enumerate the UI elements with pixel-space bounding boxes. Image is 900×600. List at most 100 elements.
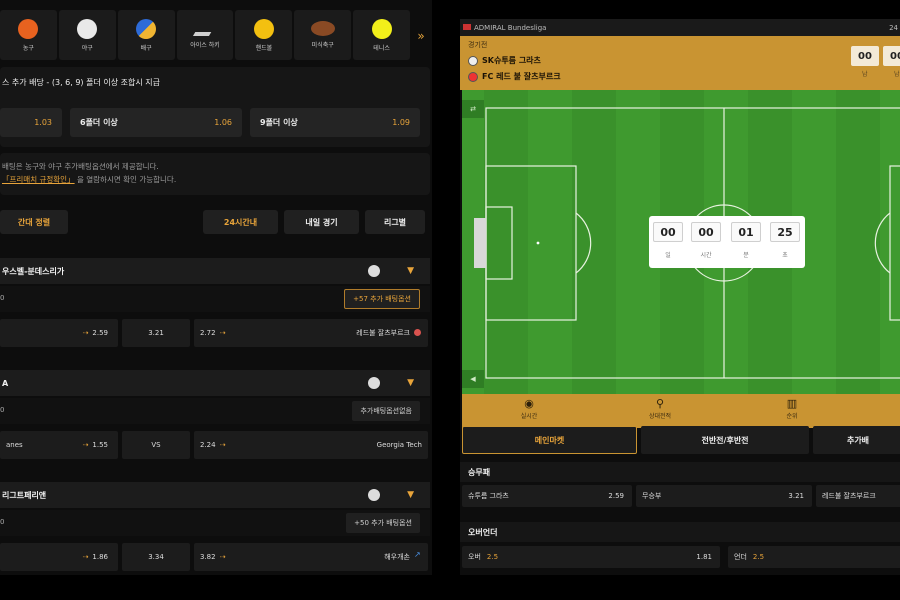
sport-basketball[interactable]: 농구 [0, 10, 57, 60]
stats-icon: ▥ [786, 397, 798, 410]
away-odds-button[interactable]: 3.82 ⇢ 해우개손 ↗ [194, 543, 428, 571]
tab-half-market[interactable]: 전반전/후반전 [641, 426, 809, 454]
sports-bar: 농구 야구 배구 아이스 하키 핸드볼 미식축구 테니스 » [0, 10, 430, 62]
draw-odds-button[interactable]: VS [122, 431, 190, 459]
view-tabs: ◉ 실시간 ⚲ 상대전적 ▥ 순위 [462, 394, 900, 428]
sport-ice-hockey[interactable]: 아이스 하키 [176, 10, 234, 60]
sort-by-time-button[interactable]: 간대 정렬 [0, 210, 68, 234]
team-logo-icon [414, 329, 421, 336]
arrow-right-icon: ⇢ [82, 441, 89, 449]
swap-view-button[interactable]: ⇄ [462, 100, 484, 118]
draw-odds-button[interactable]: 3.21 [122, 319, 190, 347]
bonus-label: 9폴더 이상 [260, 118, 298, 127]
bonus-label: 6폴더 이상 [80, 118, 118, 127]
team-logo-icon [468, 55, 478, 66]
football-icon [310, 21, 335, 36]
win-draw-win-title: 승무패 [460, 462, 900, 482]
away-odds-button[interactable]: 2.24 ⇢ Georgia Tech [194, 431, 428, 459]
extra-bets-button[interactable]: +50 추가 배팅옵션 [346, 513, 420, 533]
outcome-label: 오버 [468, 553, 481, 561]
extra-bets-button[interactable]: +57 추가 배팅옵션 [344, 289, 420, 309]
away-team: Georgia Tech [376, 441, 422, 449]
bonus-value: 1.06 [214, 118, 232, 127]
sport-label: 배구 [140, 44, 152, 52]
filter-league-button[interactable]: 리그별 [365, 210, 425, 234]
tab-live[interactable]: ◉ 실시간 [499, 397, 559, 420]
away-team-line: FC 레드 불 잘츠부르크 [468, 71, 561, 82]
line-value: 2.5 [752, 553, 765, 561]
draw-odds-button[interactable]: 무승부 3.21 [636, 485, 812, 507]
sport-volleyball[interactable]: 배구 [117, 10, 175, 60]
sport-label: 테니스 [373, 44, 390, 52]
sport-label: 아이스 하키 [190, 41, 220, 49]
over-under-title: 오버언더 [460, 522, 900, 542]
basketball-icon [18, 18, 39, 39]
outcome-label: 무승부 [642, 492, 662, 500]
sport-baseball[interactable]: 야구 [58, 10, 116, 60]
rules-link[interactable]: 「프리매치 규정확인」 [2, 175, 75, 184]
sport-label: 야구 [81, 44, 93, 52]
home-odds-button[interactable]: ⇢ 2.59 [0, 319, 118, 347]
tab-extra-market[interactable]: 추가배 [813, 426, 900, 454]
scroll-right-icon[interactable]: » [412, 10, 430, 62]
away-odds: 2.72 [200, 329, 216, 337]
away-odds: 2.24 [200, 441, 216, 449]
notice-line-2: 「프리매치 규정확인」 을 열람하시면 확인 가능합니다. [2, 175, 177, 184]
arrow-right-icon: ⇢ [219, 441, 226, 449]
extra-bets-button[interactable]: 추가배팅옵션없음 [352, 401, 420, 421]
left-panel: 농구 야구 배구 아이스 하키 핸드볼 미식축구 테니스 » 스 추가 배당 -… [0, 0, 432, 575]
match-header: 경기전 SK슈투름 그라츠 FC 레드 불 잘츠부르크 00 00 남 남 [460, 36, 900, 90]
home-team: anes [6, 441, 23, 449]
away-odds-button[interactable]: 2.72 ⇢ 레드불 잘츠부르크 [194, 319, 428, 347]
home-team-line: SK슈투름 그라츠 [468, 55, 541, 66]
filter-tomorrow-button[interactable]: 내일 경기 [284, 210, 359, 234]
over-odds-button[interactable]: 오버 2.5 1.81 [462, 546, 720, 568]
chevron-down-icon[interactable]: ▼ [407, 490, 414, 500]
league-header[interactable]: 리그트페리앤 ▼ [0, 482, 430, 508]
tennis-ball-icon [371, 18, 392, 39]
league-header[interactable]: A ▼ [0, 370, 430, 396]
under-odds-button[interactable]: 언더 2.5 [728, 546, 900, 568]
line-value: 2.5 [486, 553, 499, 561]
home-score: 00 [851, 46, 879, 66]
match-detail-panel: ADMIRAL Bundesliga 24 경기전 SK슈투름 그라츠 FC 레… [460, 19, 900, 575]
tab-head-to-head[interactable]: ⚲ 상대전적 [630, 397, 690, 420]
sound-button[interactable]: ◀ [462, 370, 484, 388]
away-team-name: FC 레드 불 잘츠부르크 [482, 72, 561, 81]
soccer-ball-icon [368, 265, 380, 277]
league-header[interactable]: 우스벨-분데스리가 ▼ [0, 258, 430, 284]
match-info-row: 0 추가배팅옵션없음 [0, 398, 430, 424]
hockey-stick-icon [192, 21, 218, 36]
chevron-down-icon[interactable]: ▼ [407, 378, 414, 388]
arrow-right-icon: ⇢ [82, 553, 89, 561]
draw-odds-button[interactable]: 3.34 [122, 543, 190, 571]
away-win-odds-button[interactable]: 레드불 잘츠부르크 [816, 485, 900, 507]
trend-icon: ↗ [414, 550, 421, 559]
sport-label: 미식축구 [311, 42, 334, 49]
tab-main-market[interactable]: 메인마켓 [462, 426, 637, 454]
tab-ranking[interactable]: ▥ 순위 [762, 397, 822, 420]
sport-tennis[interactable]: 테니스 [353, 10, 411, 60]
chevron-down-icon[interactable]: ▼ [407, 266, 414, 276]
bonus-title: 스 추가 배당 - (3, 6, 9) 폴더 이상 조합시 지급 [2, 78, 160, 87]
home-odds-button[interactable]: anes ⇢ 1.55 [0, 431, 118, 459]
volleyball-icon [136, 18, 157, 39]
away-team: 해우개손 [384, 553, 410, 561]
bonus-6-folder: 6폴더 이상 1.06 [70, 108, 242, 137]
sport-american-football[interactable]: 미식축구 [294, 10, 352, 60]
timer-seconds: 25 [770, 222, 800, 242]
home-odds-button[interactable]: ⇢ 1.86 [0, 543, 118, 571]
odds-row: ⇢ 2.59 3.21 2.72 ⇢ 레드불 잘츠부르크 [0, 319, 430, 349]
arrow-right-icon: ⇢ [82, 329, 89, 337]
sport-label: 핸드볼 [255, 44, 273, 52]
baseball-icon [368, 377, 380, 389]
bonus-panel: 스 추가 배당 - (3, 6, 9) 폴더 이상 조합시 지급 1.03 6폴… [0, 67, 430, 147]
odds-row: anes ⇢ 1.55 VS 2.24 ⇢ Georgia Tech [0, 431, 430, 461]
filter-24h-button[interactable]: 24시간내 [203, 210, 278, 234]
odds-value: 3.21 [788, 492, 804, 500]
league-name: A [2, 378, 9, 388]
home-win-odds-button[interactable]: 슈투름 그라츠 2.59 [462, 485, 632, 507]
handball-icon [253, 18, 274, 39]
sport-handball[interactable]: 핸드볼 [235, 10, 293, 60]
odds-row: ⇢ 1.86 3.34 3.82 ⇢ 해우개손 ↗ [0, 543, 430, 573]
